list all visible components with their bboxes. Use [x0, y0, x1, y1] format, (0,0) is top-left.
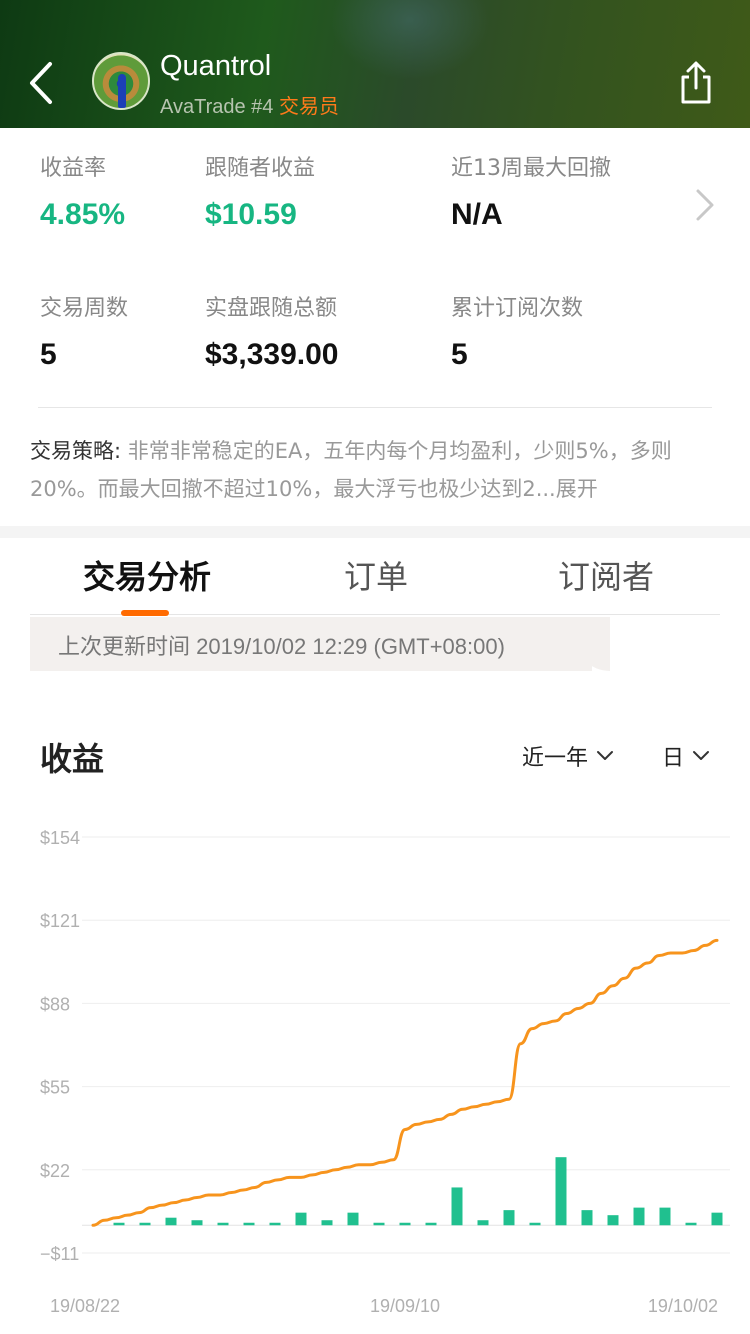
- bar: [139, 1222, 151, 1226]
- bar: [321, 1220, 333, 1226]
- live-follow-total-value: $3,339.00: [205, 338, 339, 371]
- bar: [659, 1207, 671, 1226]
- bar: [269, 1222, 281, 1226]
- bar: [217, 1222, 229, 1226]
- bar: [113, 1222, 125, 1226]
- share-icon[interactable]: [676, 60, 716, 106]
- tab-subscribers[interactable]: 订阅者: [558, 552, 654, 598]
- strategy-description: 交易策略: 非常非常稳定的EA，五年内每个月均盈利，少则5%，多则20%。而最大…: [30, 432, 720, 508]
- y-tick-label: $154: [40, 828, 80, 848]
- subscriptions-value: 5: [451, 338, 468, 371]
- profile-header: Quantrol AvaTrade #4 交易员: [0, 0, 750, 128]
- bar: [399, 1222, 411, 1226]
- bar: [711, 1212, 723, 1226]
- y-tick-label: $121: [40, 911, 80, 931]
- max-drawdown-label: 近13周最大回撤: [451, 156, 611, 181]
- bar: [243, 1222, 255, 1226]
- profit-line: [91, 938, 719, 1227]
- return-rate-value: 4.85%: [40, 198, 126, 231]
- chevron-down-icon: [597, 751, 614, 760]
- y-tick-label: −$11: [40, 1244, 79, 1264]
- y-tick-label: $55: [40, 1078, 70, 1098]
- broker-rank: AvaTrade #4: [160, 96, 274, 118]
- trading-weeks-value: 5: [40, 338, 57, 371]
- tab-orders[interactable]: 订单: [344, 552, 408, 598]
- bar: [295, 1212, 307, 1226]
- y-tick-label: $88: [40, 994, 70, 1014]
- bar: [555, 1157, 567, 1226]
- bar: [477, 1220, 489, 1226]
- return-rate-label: 收益率: [40, 156, 107, 181]
- x-tick-label: 19/09/10: [370, 1296, 440, 1316]
- live-follow-total-label: 实盘跟随总额: [205, 296, 338, 321]
- trading-weeks-label: 交易周数: [40, 296, 129, 321]
- bar: [373, 1222, 385, 1226]
- bar: [191, 1220, 203, 1226]
- bar: [633, 1207, 645, 1226]
- follower-profit-value: $10.59: [205, 198, 297, 231]
- x-tick-label: 19/10/02: [648, 1296, 718, 1316]
- strategy-label: 交易策略:: [30, 439, 122, 463]
- bar: [529, 1222, 541, 1226]
- range-dropdown-label: 近一年: [522, 746, 589, 771]
- active-tab-indicator: [121, 610, 169, 616]
- bar: [347, 1212, 359, 1226]
- last-update-bar: 上次更新时间 2019/10/02 12:29 (GMT+08:00): [30, 617, 592, 671]
- chart-title: 收益: [40, 740, 105, 778]
- back-arrow-icon[interactable]: [22, 58, 62, 108]
- avatar[interactable]: [92, 52, 150, 110]
- bar: [451, 1187, 463, 1226]
- chevron-down-icon: [693, 751, 710, 760]
- trader-name: Quantrol: [160, 50, 272, 82]
- bar: [425, 1222, 437, 1226]
- max-drawdown-value: N/A: [451, 198, 503, 231]
- period-dropdown-label: 日: [662, 746, 685, 771]
- expand-link[interactable]: 展开: [556, 477, 598, 501]
- period-dropdown[interactable]: 日: [662, 740, 710, 772]
- bar: [503, 1210, 515, 1226]
- y-tick-label: $22: [40, 1161, 70, 1181]
- profit-chart: $154 $121 $88 $55 $22 −$11 19/08/22 19/09/10 19/…: [40, 828, 730, 1316]
- section-separator: [0, 526, 750, 538]
- x-tick-label: 19/08/22: [50, 1296, 120, 1316]
- role-badge: 交易员: [278, 96, 339, 118]
- bar: [165, 1217, 177, 1226]
- bar: [685, 1222, 697, 1226]
- divider: [38, 407, 712, 408]
- trader-subtitle: AvaTrade #4 交易员: [160, 90, 339, 119]
- bar: [607, 1215, 619, 1226]
- range-dropdown[interactable]: 近一年: [522, 740, 614, 772]
- last-update-text: 上次更新时间 2019/10/02 12:29 (GMT+08:00): [58, 634, 505, 659]
- chevron-right-icon[interactable]: [694, 188, 716, 222]
- bar: [581, 1210, 593, 1226]
- tab-trade-analysis[interactable]: 交易分析: [83, 552, 211, 598]
- follower-profit-label: 跟随者收益: [205, 156, 316, 181]
- subscriptions-label: 累计订阅次数: [451, 296, 584, 321]
